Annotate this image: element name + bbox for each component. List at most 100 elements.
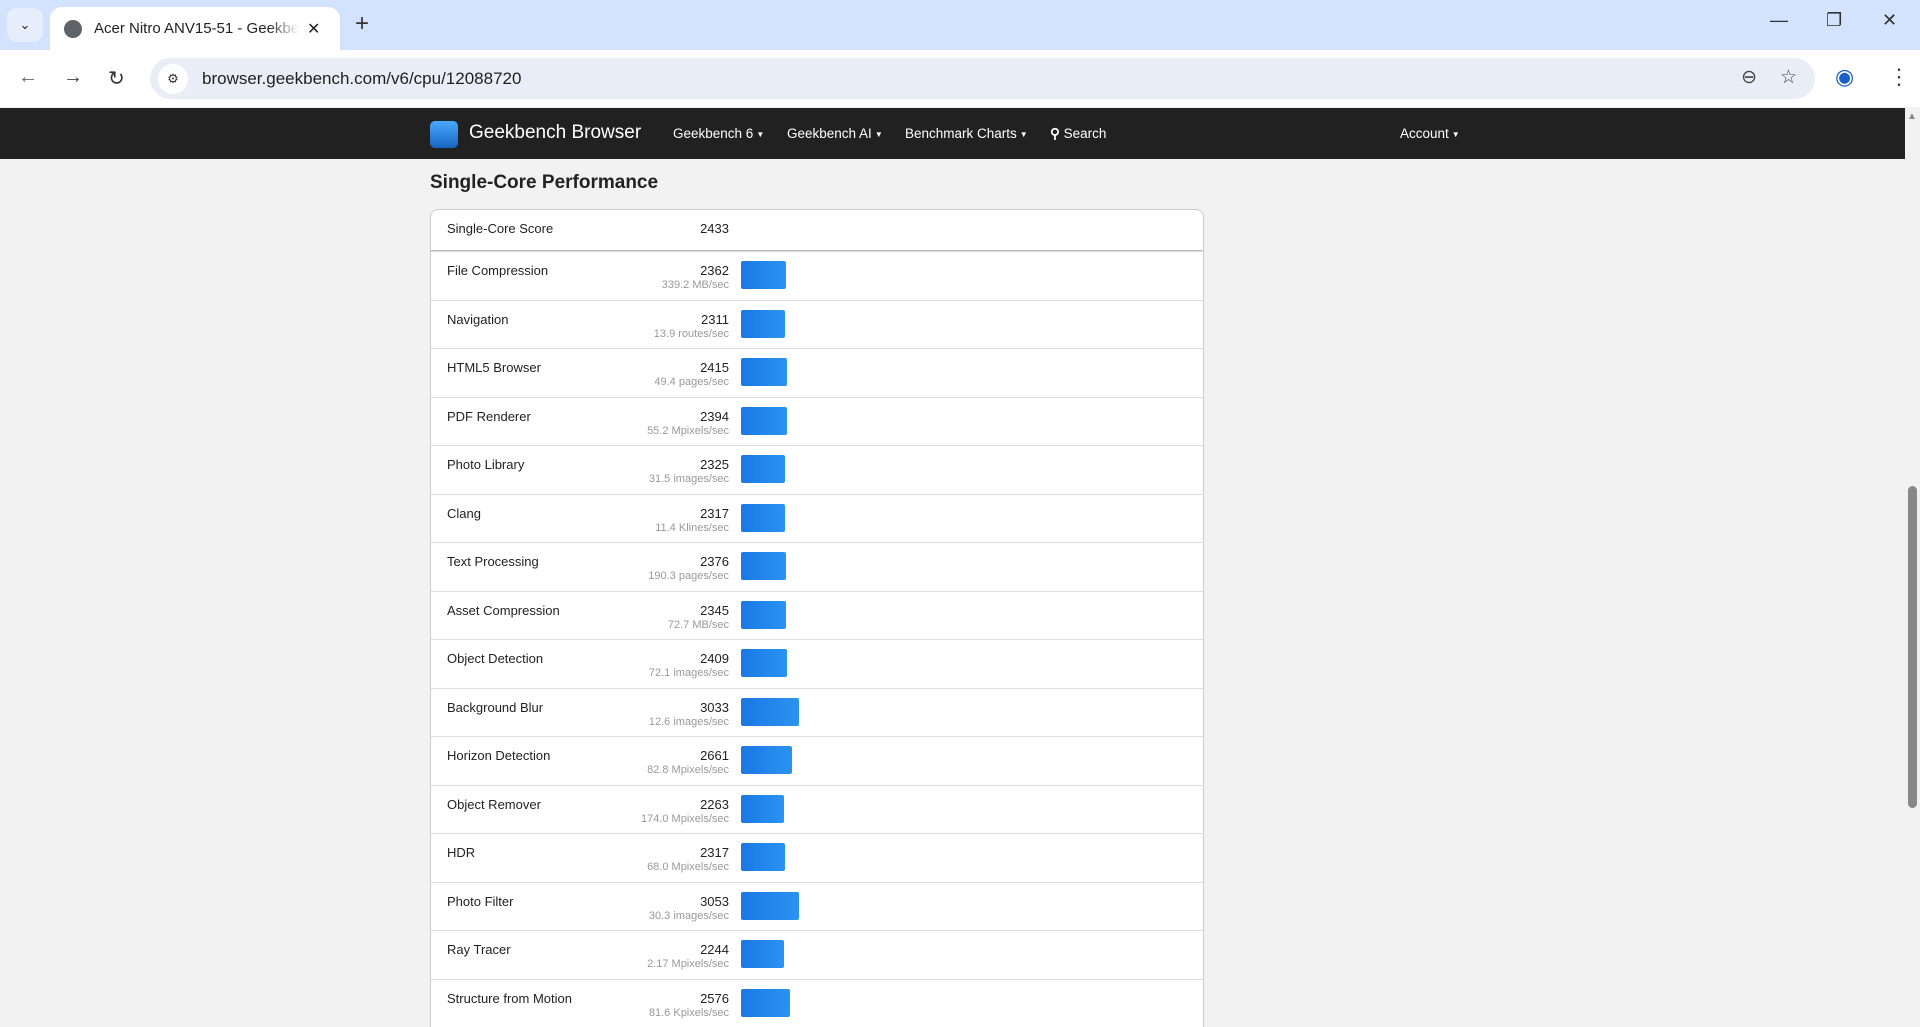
forward-button[interactable]: →	[63, 66, 83, 89]
table-row: Clang 2317 11.4 Klines/sec	[431, 494, 1203, 543]
nav-label: Search	[1064, 126, 1107, 141]
table-row: Object Remover 2263 174.0 Mpixels/sec	[431, 785, 1203, 834]
score-bar	[741, 504, 785, 532]
profile-icon[interactable]: ◉	[1835, 64, 1854, 90]
benchmark-throughput: 30.3 images/sec	[649, 910, 729, 922]
benchmark-throughput: 72.7 MB/sec	[668, 619, 729, 631]
score-bar	[741, 892, 799, 920]
benchmark-throughput: 13.9 routes/sec	[654, 328, 729, 340]
table-row: Text Processing 2376 190.3 pages/sec	[431, 542, 1203, 591]
url-text[interactable]: browser.geekbench.com/v6/cpu/12088720	[202, 69, 521, 89]
site-settings-icon[interactable]: ⚙	[158, 64, 188, 94]
globe-icon	[64, 20, 82, 38]
benchmark-score: 2362	[700, 263, 729, 278]
benchmark-score: 2415	[700, 360, 729, 375]
section-title: Single-Core Performance	[430, 172, 658, 194]
table-row: File Compression 2362 339.2 MB/sec	[431, 251, 1203, 300]
benchmark-throughput: 11.4 Klines/sec	[655, 522, 729, 534]
score-bar	[741, 455, 785, 483]
benchmark-score: 3053	[700, 894, 729, 909]
nav-label: Geekbench 6	[673, 126, 753, 141]
benchmark-score: 2244	[700, 942, 729, 957]
tab-strip: ⌄ Acer Nitro ANV15-51 - Geekbench ✕ + — …	[0, 0, 1920, 50]
caret-down-icon: ▼	[1020, 130, 1028, 139]
score-bar	[741, 989, 790, 1017]
score-bar	[741, 746, 792, 774]
caret-down-icon: ▼	[756, 130, 764, 139]
nav-benchmark-charts[interactable]: Benchmark Charts▼	[905, 126, 1028, 141]
new-tab-button[interactable]: +	[355, 10, 369, 38]
score-bar	[741, 552, 786, 580]
score-bar	[741, 407, 787, 435]
table-row: HDR 2317 68.0 Mpixels/sec	[431, 833, 1203, 882]
tab-search-button[interactable]: ⌄	[7, 8, 43, 42]
benchmark-name: PDF Renderer	[447, 409, 531, 424]
benchmark-score: 2325	[700, 457, 729, 472]
benchmark-name: Structure from Motion	[447, 991, 572, 1006]
benchmark-name: Ray Tracer	[447, 942, 511, 957]
address-bar[interactable]: ⚙ browser.geekbench.com/v6/cpu/12088720 …	[150, 58, 1815, 99]
scrollbar-thumb[interactable]	[1908, 486, 1917, 808]
benchmark-name: Asset Compression	[447, 603, 560, 618]
benchmark-throughput: 72.1 images/sec	[649, 667, 729, 679]
single-core-score-row: Single-Core Score 2433	[431, 210, 1203, 251]
benchmark-score: 2345	[700, 603, 729, 618]
nav-account[interactable]: Account▼	[1400, 126, 1460, 141]
scroll-up-icon[interactable]: ▲	[1907, 111, 1917, 122]
score-bar	[741, 649, 787, 677]
nav-label: Geekbench AI	[787, 126, 872, 141]
benchmark-name: Background Blur	[447, 700, 543, 715]
single-core-table: Single-Core Score 2433 File Compression …	[430, 209, 1204, 1027]
benchmark-name: Object Detection	[447, 651, 543, 666]
geekbench-logo-icon[interactable]	[430, 121, 458, 148]
table-row: Background Blur 3033 12.6 images/sec	[431, 688, 1203, 737]
nav-search[interactable]: ⚲ Search	[1050, 126, 1106, 142]
table-row: Asset Compression 2345 72.7 MB/sec	[431, 591, 1203, 640]
benchmark-throughput: 49.4 pages/sec	[654, 376, 729, 388]
caret-down-icon: ▼	[1452, 130, 1460, 139]
benchmark-score: 2263	[700, 797, 729, 812]
close-window-button[interactable]: ✕	[1882, 10, 1897, 31]
table-row: Navigation 2311 13.9 routes/sec	[431, 300, 1203, 349]
score-bar	[741, 601, 786, 629]
brand-link[interactable]: Geekbench Browser	[469, 122, 641, 144]
benchmark-throughput: 339.2 MB/sec	[662, 279, 729, 291]
minimize-button[interactable]: —	[1770, 10, 1788, 31]
benchmark-name: HTML5 Browser	[447, 360, 541, 375]
close-tab-icon[interactable]: ✕	[307, 19, 320, 39]
benchmark-name: Text Processing	[447, 554, 539, 569]
benchmark-throughput: 68.0 Mpixels/sec	[647, 861, 729, 873]
benchmark-throughput: 190.3 pages/sec	[648, 570, 729, 582]
benchmark-name: Horizon Detection	[447, 748, 550, 763]
benchmark-score: 3033	[700, 700, 729, 715]
benchmark-score: 2311	[701, 312, 729, 327]
score-bar	[741, 795, 784, 823]
benchmark-name: HDR	[447, 845, 475, 860]
site-navbar: Geekbench Browser Geekbench 6▼ Geekbench…	[0, 108, 1905, 159]
restore-button[interactable]: ❐	[1826, 10, 1842, 31]
score-bar	[741, 940, 784, 968]
table-row: PDF Renderer 2394 55.2 Mpixels/sec	[431, 397, 1203, 446]
table-row: HTML5 Browser 2415 49.4 pages/sec	[431, 348, 1203, 397]
benchmark-throughput: 81.6 Kpixels/sec	[649, 1007, 729, 1019]
table-row: Ray Tracer 2244 2.17 Mpixels/sec	[431, 930, 1203, 979]
browser-toolbar: ← → ↻ ⚙ browser.geekbench.com/v6/cpu/120…	[0, 50, 1920, 107]
browser-tab[interactable]: Acer Nitro ANV15-51 - Geekbench ✕	[50, 7, 340, 50]
nav-geekbench-ai[interactable]: Geekbench AI▼	[787, 126, 883, 141]
score-bar	[741, 698, 799, 726]
benchmark-throughput: 55.2 Mpixels/sec	[647, 425, 729, 437]
back-button[interactable]: ←	[18, 66, 38, 89]
menu-icon[interactable]: ⋮	[1888, 64, 1910, 90]
benchmark-name: Object Remover	[447, 797, 541, 812]
score-bar	[741, 261, 786, 289]
nav-label: Account	[1400, 126, 1449, 141]
reload-button[interactable]: ↻	[108, 66, 125, 91]
zoom-out-icon[interactable]: ⊖	[1741, 66, 1757, 89]
score-value: 2433	[700, 221, 729, 236]
tab-title: Acer Nitro ANV15-51 - Geekbench	[94, 20, 299, 37]
nav-geekbench-6[interactable]: Geekbench 6▼	[673, 126, 764, 141]
benchmark-throughput: 31.5 images/sec	[649, 473, 729, 485]
benchmark-name: Photo Library	[447, 457, 524, 472]
scrollbar[interactable]: ▲	[1905, 108, 1920, 1020]
bookmark-star-icon[interactable]: ☆	[1780, 66, 1797, 89]
